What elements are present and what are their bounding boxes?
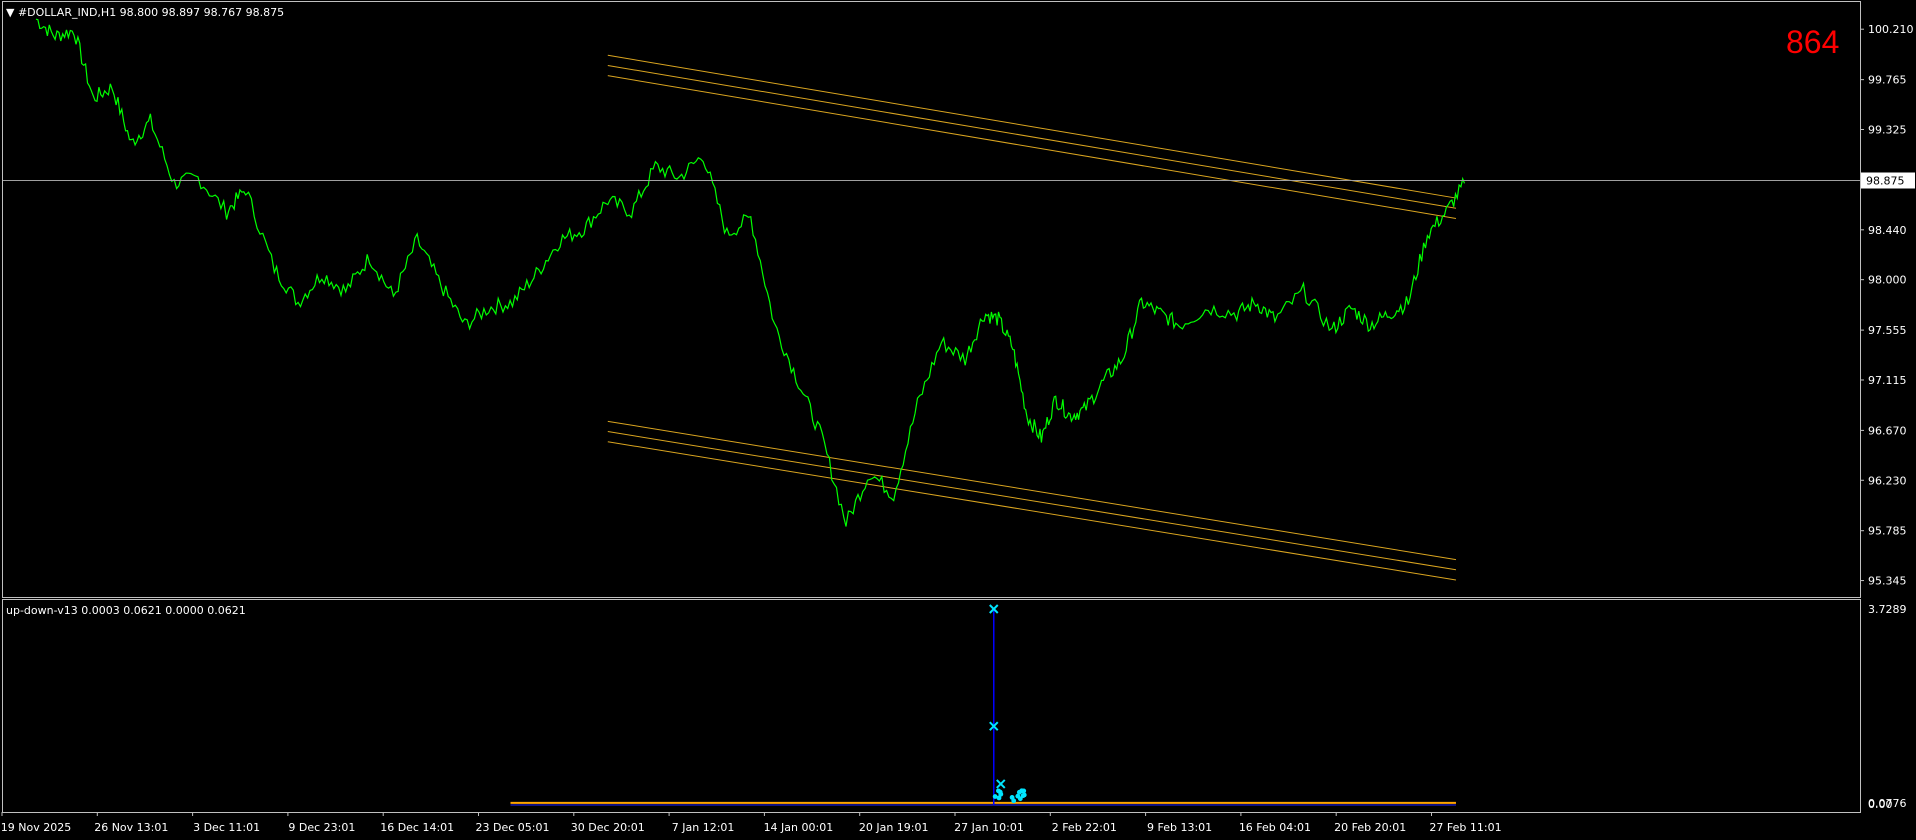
- indicator-cluster-mark: [1015, 793, 1021, 799]
- price-tick-label: 95.345: [1868, 575, 1907, 588]
- time-tick-label: 23 Dec 05:01: [476, 821, 550, 834]
- channel-line: [607, 441, 1457, 581]
- price-tick-label: 96.670: [1868, 424, 1907, 437]
- time-axis: 19 Nov 2025 26 Nov 13:01 3 Dec 11:01 9 Dec …: [1, 812, 1502, 834]
- channel-line: [607, 431, 1457, 571]
- price-line: [35, 18, 1466, 527]
- indicator-pane: 3.72890.07760.00: [510, 603, 1907, 811]
- price-tick-label: 95.785: [1868, 525, 1907, 538]
- channel-line: [607, 420, 1457, 561]
- time-tick-label: 30 Dec 20:01: [571, 821, 645, 834]
- indicator-axis-label: 0.00: [1868, 798, 1893, 811]
- indicator-title: up-down-v13 0.0003 0.0621 0.0000 0.0621: [6, 604, 246, 617]
- price-tick-label: 97.115: [1868, 374, 1907, 387]
- time-tick-label: 20 Jan 19:01: [859, 821, 929, 834]
- price-axis: 100.210 99.765 99.325 98.875 98.440 98.000 97.…: [1860, 23, 1914, 588]
- indicator-cluster-mark: [996, 788, 1001, 794]
- current-price-label: 98.875: [1866, 175, 1905, 188]
- price-tick-label: 98.000: [1868, 274, 1907, 287]
- time-tick-label: 9 Feb 13:01: [1147, 821, 1212, 834]
- price-tick-label: 98.440: [1868, 224, 1907, 237]
- indicator-cluster-mark: [1021, 792, 1027, 798]
- time-tick-label: 27 Jan 10:01: [954, 821, 1024, 834]
- chart-canvas: 100.210 99.765 99.325 98.875 98.440 98.000 97.…: [1, 1, 1915, 834]
- symbol-header: ▼ #DOLLAR_IND,H1 98.800 98.897 98.767 98…: [6, 6, 284, 19]
- counter-value: 864: [1786, 24, 1839, 60]
- indicator-plot-frame: [2, 599, 1861, 813]
- channel-line: [607, 64, 1457, 209]
- price-tick-label: 96.230: [1868, 474, 1907, 487]
- time-tick-label: 7 Jan 12:01: [672, 821, 735, 834]
- indicator-cluster-mark: [1011, 798, 1017, 804]
- time-tick-label: 27 Feb 11:01: [1429, 821, 1501, 834]
- indicator-cluster-mark: [992, 794, 998, 799]
- time-tick-label: 19 Nov 2025: [1, 821, 71, 834]
- time-tick-label: 2 Feb 22:01: [1052, 821, 1117, 834]
- time-tick-label: 16 Feb 04:01: [1239, 821, 1311, 834]
- time-tick-label: 16 Dec 14:01: [380, 821, 454, 834]
- main-plot-frame: [2, 1, 1861, 598]
- indicator-axis-label: 3.7289: [1868, 603, 1907, 616]
- price-tick-label: 99.325: [1868, 124, 1907, 137]
- time-tick-label: 9 Dec 23:01: [288, 821, 355, 834]
- channel-line: [607, 54, 1457, 199]
- time-tick-label: 3 Dec 11:01: [193, 821, 260, 834]
- price-tick-label: 97.555: [1868, 324, 1907, 337]
- time-tick-label: 26 Nov 13:01: [94, 821, 168, 834]
- price-series: [35, 18, 1466, 527]
- price-channel: [607, 54, 1457, 581]
- time-tick-label: 14 Jan 00:01: [764, 821, 834, 834]
- channel-line: [607, 75, 1457, 219]
- price-tick-label: 99.765: [1868, 74, 1907, 87]
- price-tick-label: 100.210: [1868, 23, 1914, 36]
- time-tick-label: 20 Feb 20:01: [1334, 821, 1406, 834]
- current-price-marker: 98.875: [3, 172, 1915, 189]
